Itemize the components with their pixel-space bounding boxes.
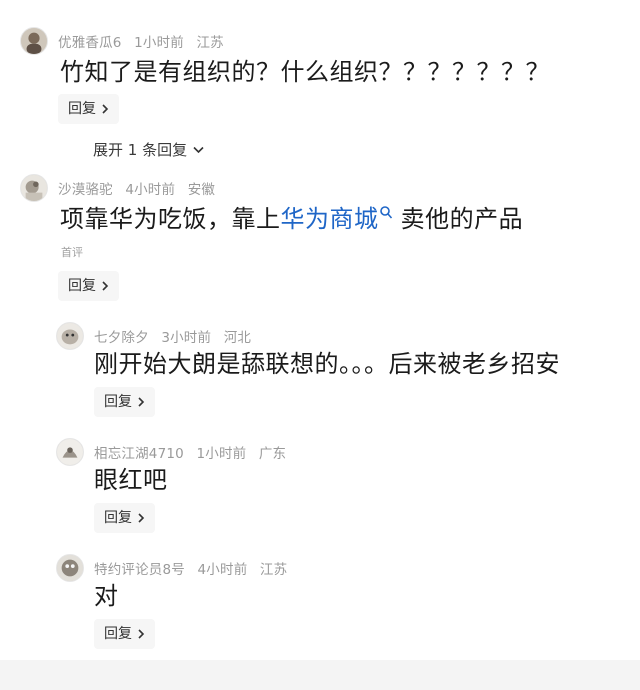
reply-meta: 特约评论员8号 4小时前 江苏 [94,558,287,578]
comment-header: 沙漠骆驼 4小时前 安徽 [20,174,215,202]
reply-text: 刚开始大朗是舔联想的。。。后来被老乡招安 [94,350,560,378]
reply-meta: 七夕除夕 3小时前 河北 [94,326,251,346]
reply-label: 回复 [104,394,132,410]
reply-region: 广东 [258,446,287,462]
username[interactable]: 七夕除夕 [94,330,149,346]
avatar[interactable] [56,438,84,466]
comment-text: 竹知了是有组织的？什么组织？？？？？？？ [60,58,550,86]
username[interactable]: 优雅香瓜6 [58,35,122,51]
reply-text: 对 [94,582,119,610]
username[interactable]: 相忘江湖4710 [94,446,184,462]
reply-region: 河北 [223,330,252,346]
chevron-right-icon [138,629,145,639]
comment-thread: 优雅香瓜6 1小时前 江苏 竹知了是有组织的？什么组织？？？？？？？ 回复 展开… [0,0,640,690]
avatar[interactable] [20,174,48,202]
chevron-right-icon [102,281,109,291]
chevron-down-icon [193,146,204,153]
reply-meta: 相忘江湖4710 1小时前 广东 [94,442,286,462]
comment-meta: 优雅香瓜6 1小时前 江苏 [58,31,224,51]
expand-replies-button[interactable]: 展开 1 条回复 [93,139,204,160]
comment-text-part: 项靠华为吃饭，靠上 [60,205,281,233]
comment-time: 1小时前 [134,35,184,51]
expand-label: 展开 1 条回复 [93,141,188,159]
chevron-right-icon [138,513,145,523]
avatar[interactable] [56,554,84,582]
username[interactable]: 沙漠骆驼 [58,182,113,198]
reply-time: 4小时前 [197,562,248,578]
reply-button[interactable]: 回复 [58,94,119,124]
avatar[interactable] [56,322,84,350]
reply-button[interactable]: 回复 [58,271,119,301]
search-icon[interactable] [379,205,393,221]
reply-header: 特约评论员8号 4小时前 江苏 [56,554,287,582]
chevron-right-icon [138,397,145,407]
reply-button[interactable]: 回复 [94,503,155,533]
chevron-right-icon [102,104,109,114]
comment-text: 项靠华为吃饭，靠上华为商城 卖他的产品 [60,204,523,234]
search-link[interactable]: 华为商城 [281,205,379,233]
reply-label: 回复 [104,510,132,526]
reply-label: 回复 [68,278,96,294]
reply-region: 江苏 [259,562,288,578]
avatar[interactable] [20,27,48,55]
reply-time: 3小时前 [161,330,212,346]
reply-label: 回复 [68,101,96,117]
reply-text: 眼红吧 [94,466,168,494]
reply-button[interactable]: 回复 [94,619,155,649]
comment-time: 4小时前 [125,182,176,198]
comment-region: 江苏 [196,35,224,51]
comment-text-part: 卖他的产品 [392,205,524,233]
first-comment-tag: 首评 [61,246,83,259]
reply-header: 相忘江湖4710 1小时前 广东 [56,438,286,466]
reply-button[interactable]: 回复 [94,387,155,417]
reply-time: 1小时前 [196,446,247,462]
comment-header: 优雅香瓜6 1小时前 江苏 [20,27,224,55]
comment-region: 安徽 [187,182,216,198]
comment-meta: 沙漠骆驼 4小时前 安徽 [58,178,215,198]
reply-header: 七夕除夕 3小时前 河北 [56,322,251,350]
bottom-divider [0,660,640,690]
reply-label: 回复 [104,626,132,642]
username[interactable]: 特约评论员8号 [94,562,185,578]
